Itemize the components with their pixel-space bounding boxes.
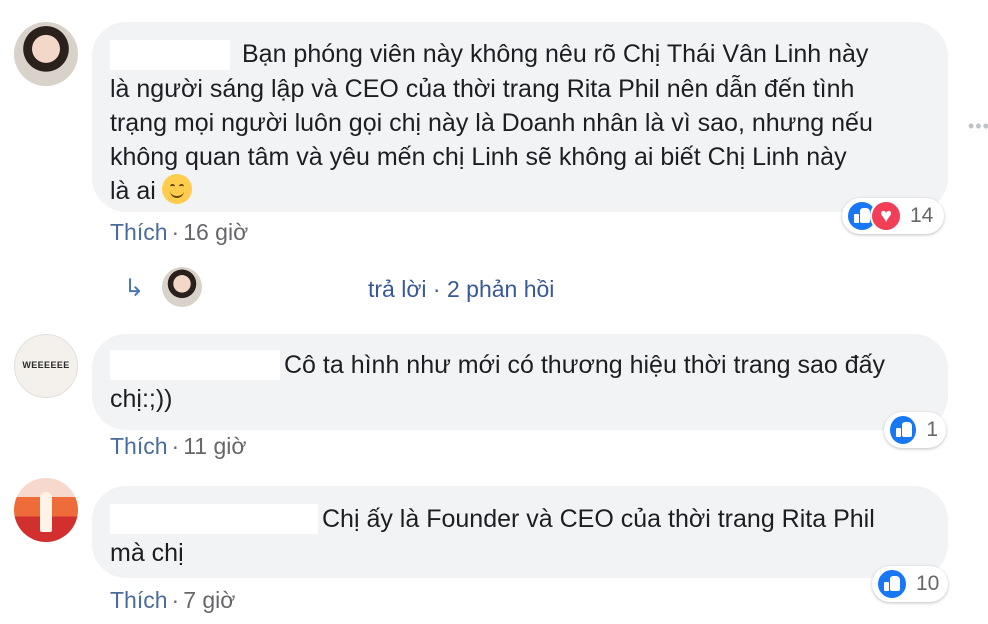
comment-text-line: không quan tâm và yêu mến chị Linh sẽ kh…: [110, 143, 847, 171]
reply-arrow-icon: ↳: [124, 275, 145, 302]
smiling-face-icon: [161, 174, 192, 204]
comment-time[interactable]: 16 giờ: [183, 219, 248, 245]
comment-text-line: là người sáng lập và CEO của thời trang …: [110, 75, 855, 103]
comment-meta: Thích · 16 giờ: [110, 218, 248, 246]
reaction-count: 10: [916, 572, 940, 595]
avatar-logo-text: WEEEEEE: [22, 360, 70, 370]
like-icon: [888, 414, 919, 446]
like-icon: [876, 568, 908, 600]
redacted-name: [110, 350, 280, 380]
more-options-icon[interactable]: •••: [968, 116, 988, 137]
comment-meta: Thích · 7 giờ: [110, 586, 235, 614]
reaction-count: 14: [910, 204, 934, 227]
comment-meta: Thích · 11 giờ: [110, 432, 246, 460]
comment-text-line: Chị ấy là Founder và CEO của thời trang …: [322, 505, 875, 533]
reaction-summary[interactable]: 1: [884, 412, 946, 448]
redacted-name: [212, 276, 362, 302]
comment-time[interactable]: 11 giờ: [183, 433, 246, 459]
reply-avatar[interactable]: [162, 267, 202, 307]
redacted-name: [110, 40, 230, 70]
comment-text-line: trạng mọi người luôn gọi chị này là Doan…: [110, 109, 873, 137]
comment-time[interactable]: 7 giờ: [183, 587, 235, 613]
redacted-name: [110, 504, 318, 534]
commenter-avatar[interactable]: WEEEEEE: [14, 334, 78, 398]
commenter-avatar[interactable]: [14, 478, 78, 542]
commenter-avatar[interactable]: [14, 22, 78, 86]
comment-text-line: là ai: [110, 177, 156, 205]
view-replies-link[interactable]: trả lời · 2 phản hồi: [368, 274, 554, 304]
reaction-summary[interactable]: 10: [872, 566, 948, 602]
like-link[interactable]: Thích: [110, 219, 168, 245]
comment-text-line: Bạn phóng viên này không nêu rõ Chị Thái…: [242, 40, 869, 68]
avatar-figure: [40, 492, 52, 532]
love-icon: [870, 200, 902, 232]
separator-dot: ·: [171, 433, 180, 459]
comment-text-line: chị:;)): [110, 385, 173, 413]
separator-dot: ·: [171, 587, 180, 613]
like-link[interactable]: Thích: [110, 433, 168, 459]
separator-dot: ·: [171, 219, 180, 245]
comment-text-line: Cô ta hình như mới có thương hiệu thời t…: [284, 351, 886, 379]
reaction-summary[interactable]: 14: [842, 198, 944, 234]
like-link[interactable]: Thích: [110, 587, 168, 613]
comment-text-line: mà chị: [110, 539, 184, 567]
comment-text-last: là ai: [110, 174, 192, 209]
reaction-count: 1: [926, 418, 938, 441]
